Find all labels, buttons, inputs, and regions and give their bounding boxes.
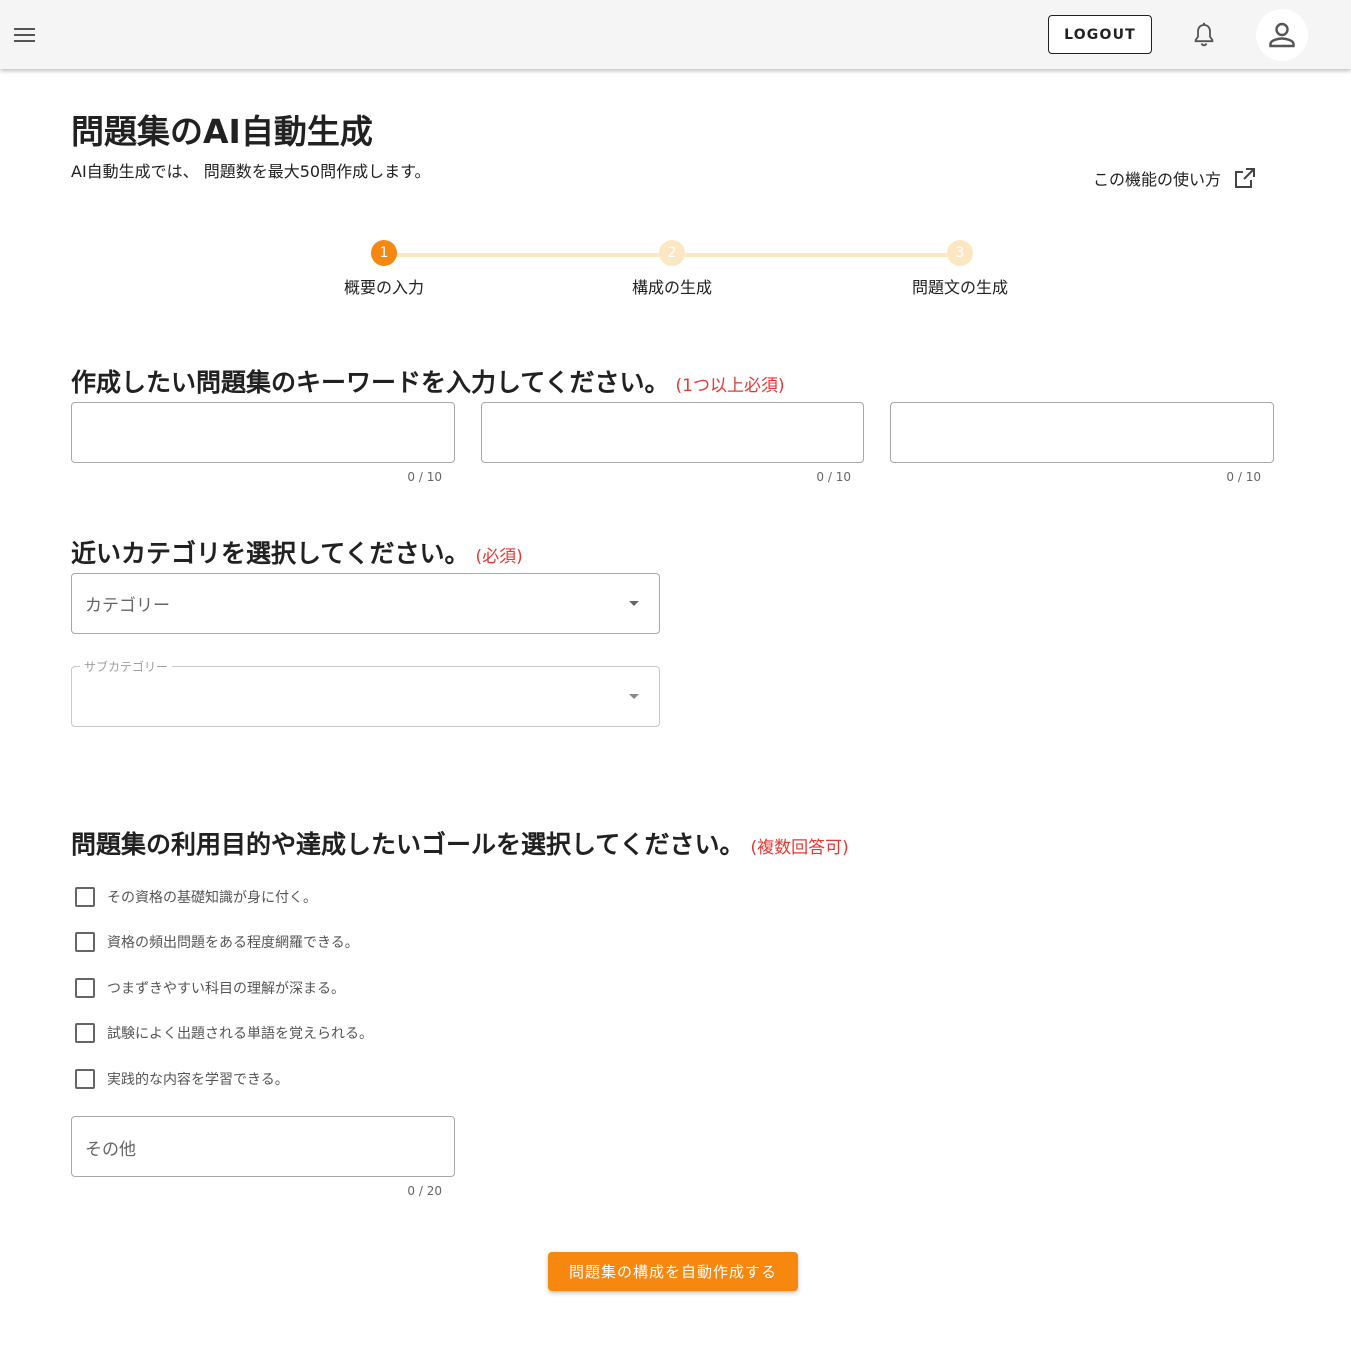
other-goal-input[interactable]: その他 <box>71 1116 455 1177</box>
dropdown-arrow-icon <box>629 601 639 606</box>
step-number: 3 <box>947 240 973 266</box>
help-link-label: この機能の使い方 <box>1093 170 1222 189</box>
keyword-input-1[interactable] <box>71 402 455 463</box>
goals-heading-text: 問題集の利用目的や達成したいゴールを選択してください。 <box>71 830 745 859</box>
goal-label: 資格の頻出問題をある程度網羅できる。 <box>107 935 359 951</box>
keyword-counter-3: 0 / 10 <box>1226 470 1261 484</box>
step-number: 2 <box>659 240 685 266</box>
checkbox-icon[interactable] <box>75 1023 95 1043</box>
category-select[interactable]: カテゴリー <box>71 573 660 634</box>
step-label: 問題文の生成 <box>911 278 1008 297</box>
keywords-heading: 作成したい問題集のキーワードを入力してください。 (1つ以上必須) <box>71 366 785 403</box>
keyword-input-3[interactable] <box>890 402 1274 463</box>
checkbox-icon[interactable] <box>75 978 95 998</box>
goal-checkbox-5[interactable]: 実践的な内容を学習できる。 <box>72 1065 289 1093</box>
goal-label: つまずきやすい科目の理解が深まる。 <box>107 981 345 997</box>
category-heading: 近いカテゴリを選択してください。 (必須) <box>71 537 523 574</box>
menu-icon[interactable] <box>6 16 44 54</box>
goal-label: 実践的な内容を学習できる。 <box>107 1072 289 1088</box>
checkbox-icon[interactable] <box>75 932 95 952</box>
step-2: 2 構成の生成 <box>602 240 742 298</box>
open-in-new-icon <box>1235 168 1256 188</box>
goal-checkbox-4[interactable]: 試験によく出題される単語を覚えられる。 <box>72 1019 373 1047</box>
progress-stepper: 1 概要の入力 2 構成の生成 3 問題文の生成 <box>300 240 1060 300</box>
step-label: 概要の入力 <box>343 278 424 297</box>
keyword-input-2[interactable] <box>481 402 864 463</box>
goal-checkbox-1[interactable]: その資格の基礎知識が身に付く。 <box>72 883 317 911</box>
subcategory-select[interactable]: サブカテゴリー <box>71 658 660 727</box>
generate-structure-button[interactable]: 問題集の構成を自動作成する <box>548 1252 798 1291</box>
page-title: 問題集のAI自動生成 <box>71 112 373 151</box>
checkbox-icon[interactable] <box>75 887 95 907</box>
step-3: 3 問題文の生成 <box>890 240 1030 298</box>
multiple-answer-note: (複数回答可) <box>750 838 849 858</box>
required-note: (1つ以上必須) <box>675 376 785 396</box>
category-placeholder: カテゴリー <box>85 596 170 616</box>
required-note: (必須) <box>475 547 523 567</box>
dropdown-arrow-icon <box>629 694 639 699</box>
goal-checkbox-3[interactable]: つまずきやすい科目の理解が深まる。 <box>72 974 345 1002</box>
keyword-counter-2: 0 / 10 <box>816 470 851 484</box>
checkbox-icon[interactable] <box>75 1069 95 1089</box>
step-number: 1 <box>371 240 397 266</box>
account-avatar-icon[interactable] <box>1256 9 1308 61</box>
app-bar: LOGOUT <box>0 0 1351 69</box>
other-placeholder: その他 <box>85 1140 136 1160</box>
goal-checkbox-2[interactable]: 資格の頻出問題をある程度網羅できる。 <box>72 928 359 956</box>
step-1: 1 概要の入力 <box>314 240 454 298</box>
goal-label: その資格の基礎知識が身に付く。 <box>107 890 317 906</box>
page-subtitle: AI自動生成では、 問題数を最大50問作成します。 <box>71 162 431 181</box>
help-link[interactable]: この機能の使い方 <box>1093 165 1257 191</box>
other-goal-counter: 0 / 20 <box>407 1184 442 1198</box>
step-label: 構成の生成 <box>631 278 712 297</box>
category-heading-text: 近いカテゴリを選択してください。 <box>71 539 470 568</box>
keywords-heading-text: 作成したい問題集のキーワードを入力してください。 <box>71 368 670 397</box>
subcategory-label: サブカテゴリー <box>80 658 173 675</box>
goal-label: 試験によく出題される単語を覚えられる。 <box>107 1026 373 1042</box>
logout-button[interactable]: LOGOUT <box>1048 15 1152 54</box>
notification-bell-icon[interactable] <box>1184 15 1224 55</box>
goals-heading: 問題集の利用目的や達成したいゴールを選択してください。 (複数回答可) <box>71 828 849 865</box>
keyword-counter-1: 0 / 10 <box>407 470 442 484</box>
